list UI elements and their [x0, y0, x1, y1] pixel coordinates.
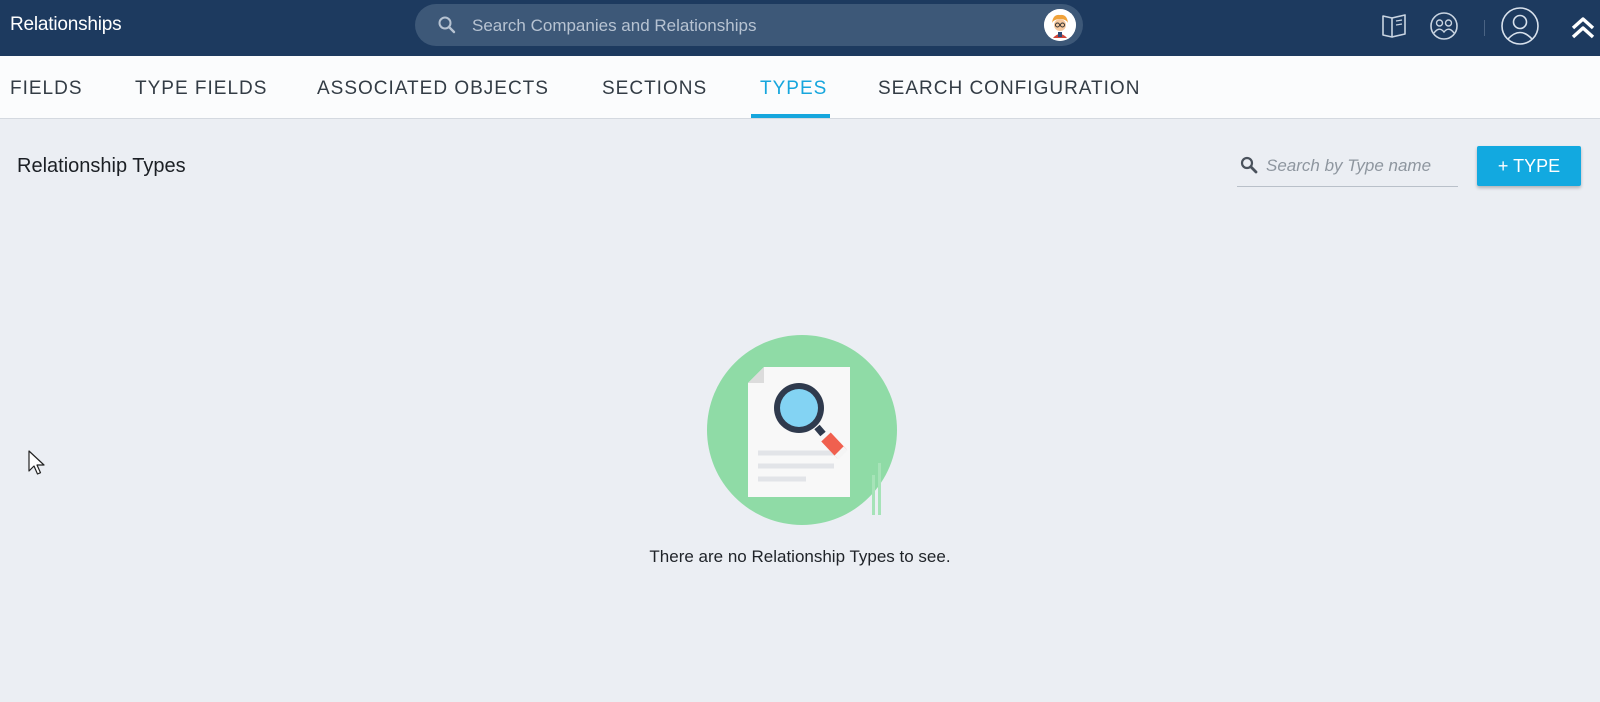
tab-associated-objects[interactable]: ASSOCIATED OBJECTS [317, 56, 549, 118]
tab-search-configuration[interactable]: SEARCH CONFIGURATION [878, 56, 1140, 118]
type-search-input[interactable] [1264, 150, 1458, 182]
active-tab-indicator [751, 114, 830, 118]
global-search[interactable] [415, 4, 1083, 48]
search-icon [1240, 156, 1258, 174]
tab-fields[interactable]: FIELDS [10, 56, 83, 118]
mouse-cursor-icon [28, 450, 45, 475]
tab-sections[interactable]: SECTIONS [602, 56, 707, 118]
user-profile-icon[interactable] [1500, 6, 1540, 46]
type-search[interactable] [1237, 146, 1458, 187]
top-bar: Relationships [0, 0, 1600, 56]
global-search-input[interactable] [470, 4, 1014, 48]
top-divider [1484, 20, 1485, 36]
tab-types[interactable]: TYPES [760, 56, 827, 118]
app-title: Relationships [10, 14, 122, 35]
page-title: Relationship Types [17, 155, 186, 177]
book-icon[interactable] [1378, 10, 1410, 42]
tab-type-fields[interactable]: TYPE FIELDS [135, 56, 267, 118]
avatar-image [1044, 9, 1076, 41]
empty-state-illustration [707, 335, 897, 525]
add-type-button[interactable]: + TYPE [1477, 146, 1581, 186]
search-icon [438, 16, 456, 34]
collapse-chevron-icon[interactable] [1568, 14, 1598, 42]
avatar[interactable] [1044, 9, 1076, 41]
community-icon[interactable] [1428, 10, 1460, 42]
tabs-bar: FIELDS TYPE FIELDS ASSOCIATED OBJECTS SE… [0, 56, 1600, 119]
empty-state-message: There are no Relationship Types to see. [649, 547, 951, 566]
